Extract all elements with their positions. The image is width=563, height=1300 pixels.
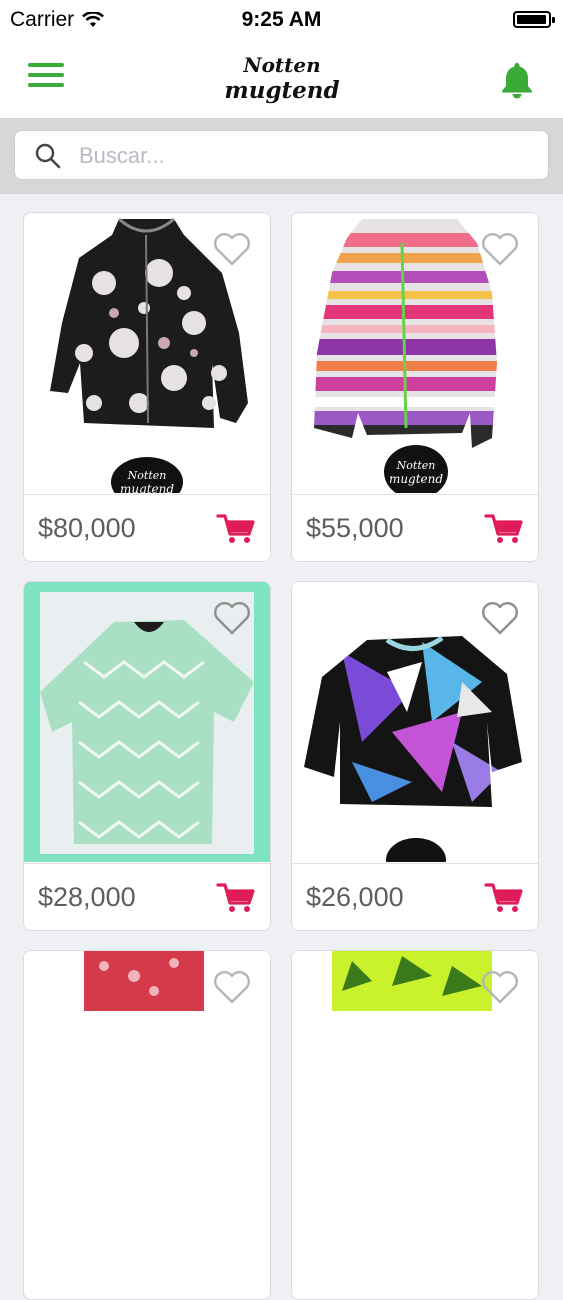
product-price: $80,000	[38, 513, 136, 543]
product-image[interactable]	[24, 582, 270, 862]
cart-icon[interactable]	[216, 882, 256, 914]
battery-level-fill	[517, 15, 546, 24]
status-time: 9:25 AM	[241, 8, 322, 31]
product-card[interactable]: $28,000	[23, 581, 271, 931]
svg-text:Notten: Notten	[242, 53, 320, 77]
product-price: $55,000	[306, 513, 404, 543]
svg-text:mugtend: mugtend	[224, 77, 339, 104]
cart-icon[interactable]	[216, 513, 256, 545]
product-image[interactable]: Notten mugtend	[24, 213, 270, 493]
brand-badge-line2: mugtend	[389, 472, 443, 486]
search-icon	[35, 143, 61, 169]
bell-icon[interactable]	[501, 61, 533, 99]
brand-badge: Notten mugtend	[384, 445, 448, 493]
heart-icon[interactable]	[212, 231, 252, 267]
product-card[interactable]: Notten mugtend $80,000	[23, 212, 271, 562]
product-card[interactable]	[291, 950, 539, 1300]
product-price: $28,000	[38, 882, 136, 912]
product-footer: $80,000	[24, 494, 270, 561]
product-image[interactable]	[24, 951, 270, 1231]
product-card[interactable]	[23, 950, 271, 1300]
product-footer: $28,000	[24, 863, 270, 930]
product-card[interactable]: Notten mugtend $55,000	[291, 212, 539, 562]
cart-icon[interactable]	[484, 882, 524, 914]
battery-icon	[513, 11, 555, 28]
app-header: Notten mugtend	[0, 38, 563, 119]
search-input[interactable]	[77, 131, 531, 181]
cart-icon[interactable]	[484, 513, 524, 545]
product-image[interactable]: Notten mugtend	[292, 213, 538, 493]
product-card[interactable]: $26,000	[291, 581, 539, 931]
product-footer: $55,000	[292, 494, 538, 561]
product-image[interactable]	[292, 951, 538, 1231]
heart-icon[interactable]	[480, 600, 520, 636]
search-bar-container	[0, 118, 563, 194]
heart-icon[interactable]	[212, 600, 252, 636]
brand-logo: Notten mugtend	[0, 46, 563, 115]
brand-badge-line1: Notten	[396, 459, 436, 472]
brand-badge-line2: mugtend	[120, 482, 174, 493]
heart-icon[interactable]	[480, 231, 520, 267]
product-price: $26,000	[306, 882, 404, 912]
brand-badge-line1: Notten	[127, 469, 167, 482]
product-footer: $26,000	[292, 863, 538, 930]
search-box[interactable]	[14, 130, 549, 181]
status-bar: Carrier 9:25 AM	[0, 0, 563, 38]
product-image[interactable]	[292, 582, 538, 862]
